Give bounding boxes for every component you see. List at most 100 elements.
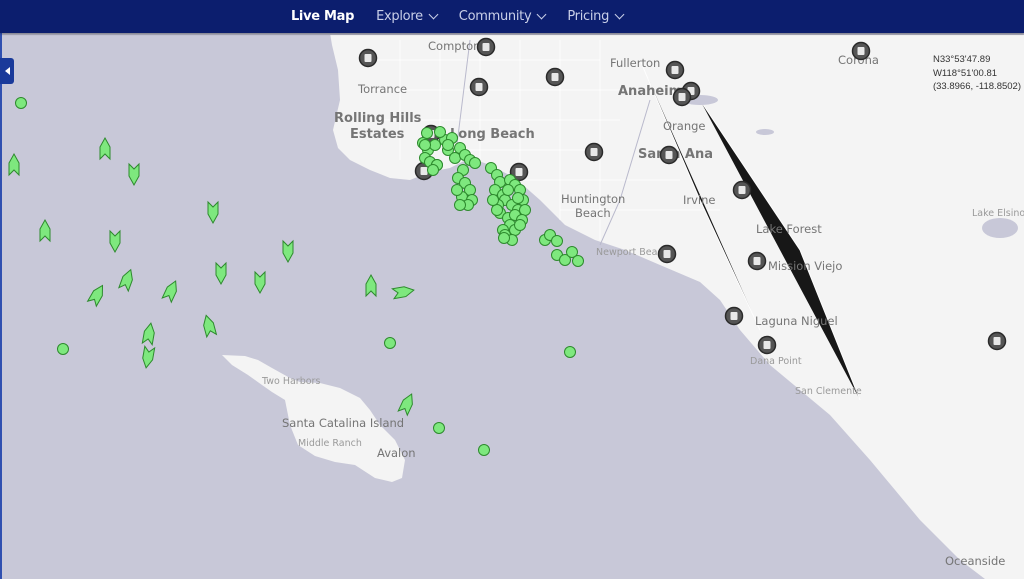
building-poi-marker[interactable] (747, 251, 767, 271)
fuel-poi-marker[interactable] (584, 142, 604, 162)
fuel-icon-glyph (738, 186, 746, 194)
anchored-vessel-marker[interactable] (449, 152, 461, 164)
gear-icon-glyph (663, 250, 671, 258)
anchored-vessel-marker[interactable] (442, 139, 454, 151)
nav-community[interactable]: Community (458, 9, 547, 24)
anchored-vessel-marker[interactable] (57, 343, 69, 355)
basket-icon-glyph (364, 54, 372, 62)
anchored-vessel-marker[interactable] (469, 157, 481, 169)
person-icon-glyph (671, 66, 679, 74)
place-label: Newport Beach (596, 247, 669, 258)
place-label: Lake Forest (756, 222, 822, 236)
gear-icon-glyph (763, 341, 771, 349)
map-top-shadow (0, 33, 1024, 35)
truck-icon-glyph (475, 83, 483, 91)
anchored-vessel-marker[interactable] (502, 184, 514, 196)
place-label: Laguna Niguel (755, 314, 838, 328)
anchored-vessel-marker[interactable] (572, 255, 584, 267)
place-label: Avalon (377, 446, 416, 460)
anchored-vessel-marker[interactable] (419, 139, 431, 151)
anchored-vessel-marker[interactable] (478, 444, 490, 456)
truck-poi-marker[interactable] (469, 77, 489, 97)
chip-poi-marker[interactable] (987, 331, 1007, 351)
anchored-vessel-marker[interactable] (15, 97, 27, 109)
anchored-vessel-marker[interactable] (421, 127, 433, 139)
chevron-down-icon (536, 9, 547, 20)
anchored-vessel-marker[interactable] (519, 204, 531, 216)
gear-poi-marker[interactable] (757, 335, 777, 355)
sidebar-toggle-button[interactable] (0, 58, 14, 84)
coordinate-readout: N33°53'47.89 W118°51'00.81 (33.8966, -11… (933, 53, 1021, 94)
chevron-down-icon (614, 9, 625, 20)
place-label: Two Harbors (261, 376, 320, 387)
place-label: Huntington (561, 192, 625, 206)
anchored-vessel-marker[interactable] (487, 194, 499, 206)
place-label: Compton (428, 39, 480, 53)
anchored-vessel-marker[interactable] (514, 219, 526, 231)
building-icon-glyph (753, 257, 761, 265)
place-label: Anaheim (618, 84, 682, 99)
anchored-vessel-marker[interactable] (427, 164, 439, 176)
nav-live-map[interactable]: Live Map (291, 9, 354, 24)
place-label: Rolling Hills (334, 111, 422, 126)
place-label: Irvine (683, 193, 715, 207)
nav-community-label: Community (458, 9, 532, 24)
chevron-down-icon (428, 9, 439, 20)
building-icon-glyph (678, 93, 686, 101)
place-label: Middle Ranch (298, 438, 362, 449)
nav-live-map-label: Live Map (290, 9, 355, 24)
decimal-coordinates: (33.8966, -118.8502) (932, 81, 1021, 92)
lake-elsinore (982, 218, 1018, 238)
place-label: Long Beach (450, 127, 535, 142)
top-navbar: Live Map Explore Community Pricing (0, 0, 1024, 33)
person-poi-marker[interactable] (665, 60, 685, 80)
longitude-dms: W118°51'00.81 (932, 67, 998, 79)
building-poi-marker[interactable] (659, 145, 679, 165)
place-label: San Clemente (795, 386, 862, 397)
nav-pricing-label: Pricing (567, 9, 610, 24)
anchored-vessel-marker[interactable] (429, 139, 441, 151)
place-label: Orange (663, 119, 706, 133)
fuel-icon-glyph (590, 148, 598, 156)
anchored-vessel-marker[interactable] (564, 346, 576, 358)
anchored-vessel-marker[interactable] (491, 204, 503, 216)
nav-pricing[interactable]: Pricing (567, 9, 625, 24)
gear-poi-marker[interactable] (657, 244, 677, 264)
nav-explore-label: Explore (376, 9, 423, 24)
building-poi-marker[interactable] (851, 41, 871, 61)
basket-icon-glyph (515, 168, 523, 176)
nav-explore[interactable]: Explore (376, 9, 439, 24)
chip-icon-glyph (551, 73, 559, 81)
anchored-vessel-marker[interactable] (512, 192, 524, 204)
anchored-vessel-marker[interactable] (433, 422, 445, 434)
sidebar-edge (0, 33, 2, 579)
gear-icon-glyph (730, 312, 738, 320)
chip-icon-glyph (993, 337, 1001, 345)
fuel-poi-marker[interactable] (732, 180, 752, 200)
place-label: Fullerton (610, 56, 660, 70)
lake (756, 129, 774, 135)
anchored-vessel-marker[interactable] (451, 184, 463, 196)
building-icon-glyph (482, 43, 490, 51)
basket-icon-glyph (420, 167, 428, 175)
latitude-dms: N33°53'47.89 (932, 54, 991, 65)
anchored-vessel-marker[interactable] (551, 235, 563, 247)
basket-poi-marker[interactable] (358, 48, 378, 68)
place-label: Beach (575, 206, 611, 220)
gear-poi-marker[interactable] (724, 306, 744, 326)
chevron-left-icon (4, 67, 10, 75)
place-label: Estates (350, 127, 405, 142)
chip-poi-marker[interactable] (545, 67, 565, 87)
building-poi-marker[interactable] (476, 37, 496, 57)
place-label: Dana Point (750, 356, 802, 367)
building-icon-glyph (857, 47, 865, 55)
building-poi-marker[interactable] (672, 87, 692, 107)
anchored-vessel-marker[interactable] (434, 126, 446, 138)
place-label: Santa Catalina Island (282, 416, 404, 430)
anchored-vessel-marker[interactable] (498, 232, 510, 244)
live-map-canvas[interactable]: Compton Torrance Rolling HillsEstates Long … (0, 33, 1024, 579)
anchored-vessel-marker[interactable] (454, 199, 466, 211)
nav-menu: Live Map Explore Community Pricing (291, 9, 625, 24)
anchored-vessel-marker[interactable] (384, 337, 396, 349)
place-label: Lake Elsinore (972, 208, 1024, 219)
